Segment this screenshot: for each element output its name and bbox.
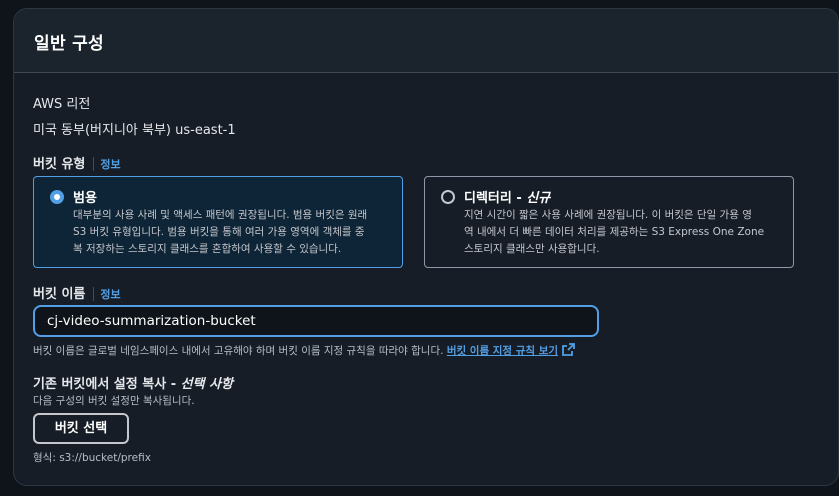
copy-settings-description: 다음 구성의 버킷 설정만 복사됩니다. [33,395,195,407]
desc-line: S3 버킷 유형입니다. 범용 버킷을 통해 여러 가용 영역에 객체를 중 [73,226,365,238]
bucket-name-label: 버킷 이름 [33,287,86,302]
bucket-type-label-row: 버킷 유형 정보 [33,153,121,172]
desc-line: 역 내에서 더 빠른 데이터 처리를 제공하는 S3 Express One Z… [464,226,765,238]
general-purpose-description: 대부분의 사용 사례 및 액세스 패턴에 권장됩니다. 범용 버킷은 원래 S3… [73,207,367,258]
bucket-name-label-row: 버킷 이름 정보 [33,283,121,302]
desc-line: 대부분의 사용 사례 및 액세스 패턴에 권장됩니다. 범용 버킷은 원래 [73,209,368,221]
divider [93,156,95,171]
divider [93,286,95,301]
panel-title: 일반 구성 [34,34,104,54]
bucket-type-general-purpose-card[interactable]: 범용 대부분의 사용 사례 및 액세스 패턴에 권장됩니다. 범용 버킷은 원래… [33,176,403,268]
bucket-name-input[interactable]: cj-video-summarization-bucket [33,305,599,337]
bucket-name-hint: 버킷 이름은 글로벌 네임스페이스 내에서 고유해야 하며 버킷 이름 지정 규… [33,343,575,359]
desc-line: 지연 시간이 짧은 사용 사례에 권장됩니다. 이 버킷은 단일 가용 영 [464,209,752,221]
directory-title: 디렉터리 - 신규 [464,187,550,206]
bucket-type-directory-card[interactable]: 디렉터리 - 신규 지연 시간이 짧은 사용 사례에 권장됩니다. 이 버킷은 … [424,176,794,268]
radio-general-purpose[interactable] [50,190,64,204]
desc-line: 스토리지 클래스만 사용합니다. [464,243,600,255]
directory-title-text: 디렉터리 - [464,191,527,206]
hint-text: 버킷 이름은 글로벌 네임스페이스 내에서 고유해야 하며 버킷 이름 지정 규… [33,345,447,357]
page-background: 일반 구성 AWS 리전 미국 동부(버지니아 북부) us-east-1 버킷… [0,0,839,496]
general-purpose-title: 범용 [73,191,97,206]
copy-settings-label-row: 기존 버킷에서 설정 복사 - 선택 사항 [33,373,233,392]
directory-description: 지연 시간이 짧은 사용 사례에 권장됩니다. 이 버킷은 단일 가용 영 역 … [464,207,764,258]
panel-header: 일반 구성 [14,9,838,73]
general-configuration-panel: 일반 구성 AWS 리전 미국 동부(버지니아 북부) us-east-1 버킷… [13,8,839,486]
new-badge-text: 신규 [526,191,551,206]
region-label: AWS 리전 [33,97,91,112]
choose-bucket-button[interactable]: 버킷 선택 [33,413,129,444]
format-hint: 형식: s3://bucket/prefix [33,452,151,464]
naming-rules-link[interactable]: 버킷 이름 지정 규칙 보기 [447,345,558,357]
radio-directory[interactable] [441,190,455,204]
region-value: 미국 동부(버지니아 북부) us-east-1 [33,123,236,138]
bucket-type-label: 버킷 유형 [33,157,86,172]
external-link-icon[interactable] [562,343,575,359]
optional-text: 선택 사항 [180,377,233,392]
bucket-name-info-link[interactable]: 정보 [100,288,120,301]
desc-line: 복 저장하는 스토리지 클래스를 혼합하여 사용할 수 있습니다. [73,243,342,255]
copy-settings-label: 기존 버킷에서 설정 복사 - [33,377,181,392]
bucket-type-info-link[interactable]: 정보 [100,158,120,171]
